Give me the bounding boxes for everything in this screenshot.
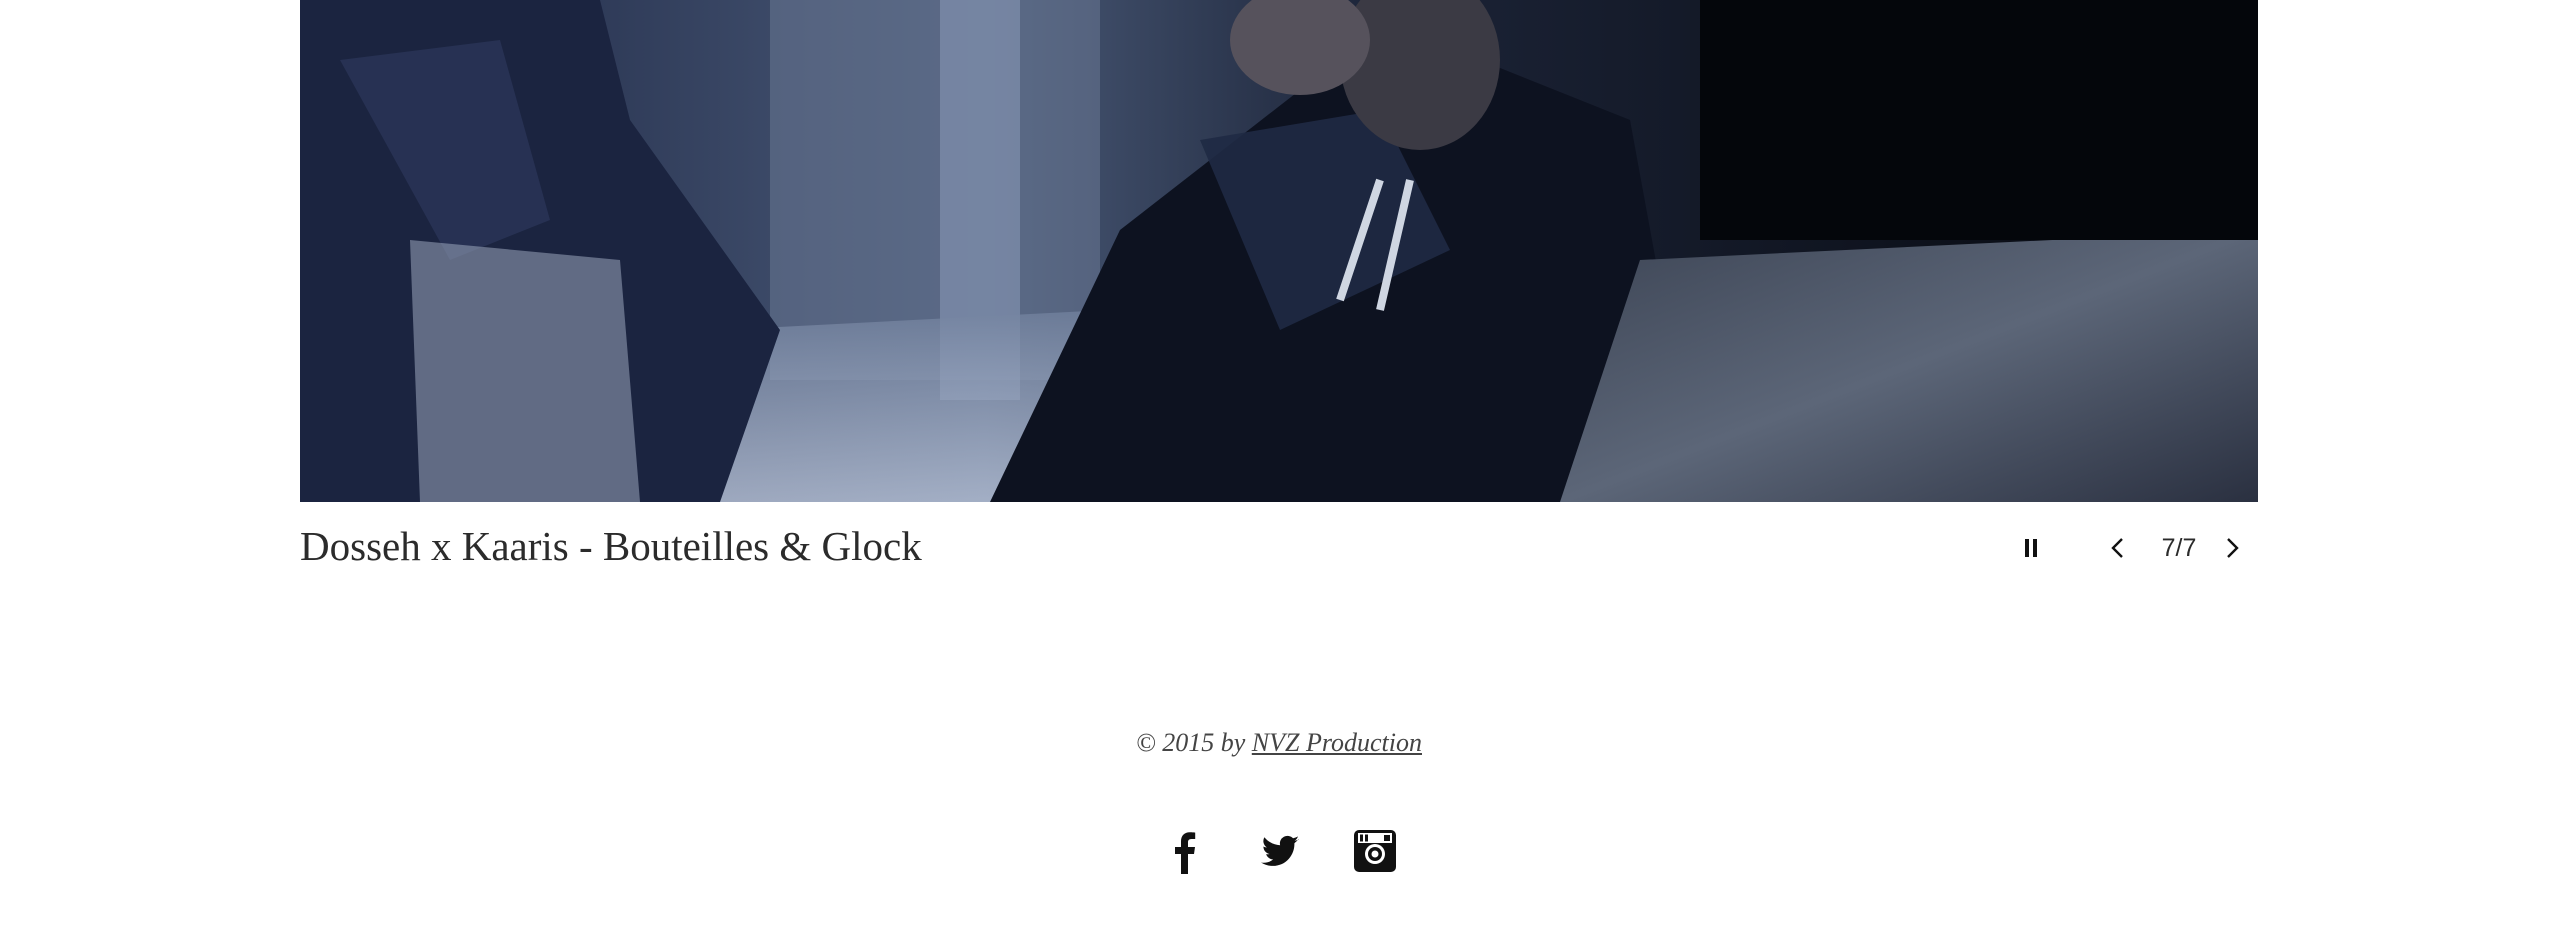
copyright-prefix: © 2015 by — [1135, 728, 1252, 757]
nvz-production-link[interactable]: NVZ Production — [1252, 728, 1422, 757]
chevron-left-icon — [2111, 538, 2123, 558]
chevron-right-icon — [2227, 538, 2239, 558]
pause-icon — [2023, 539, 2039, 557]
copyright: © 2015 by NVZ Production — [0, 728, 2558, 758]
twitter-icon — [1261, 835, 1299, 866]
next-button[interactable] — [2214, 528, 2250, 568]
facebook-icon — [1175, 832, 1196, 874]
slideshow-controls: 7/7 — [2010, 528, 2258, 568]
social-bar — [1160, 826, 1400, 876]
slideshow-image[interactable] — [300, 0, 2258, 502]
instagram-link[interactable] — [1350, 826, 1400, 876]
twitter-link[interactable] — [1255, 826, 1305, 876]
facebook-link[interactable] — [1160, 826, 1210, 876]
previous-button[interactable] — [2100, 528, 2136, 568]
pause-button[interactable] — [2016, 528, 2046, 568]
slide-title: Dosseh x Kaaris - Bouteilles & Glock — [300, 523, 922, 569]
photo-placeholder — [300, 0, 2258, 502]
instagram-icon — [1354, 830, 1396, 872]
slide-counter: 7/7 — [2161, 534, 2197, 562]
